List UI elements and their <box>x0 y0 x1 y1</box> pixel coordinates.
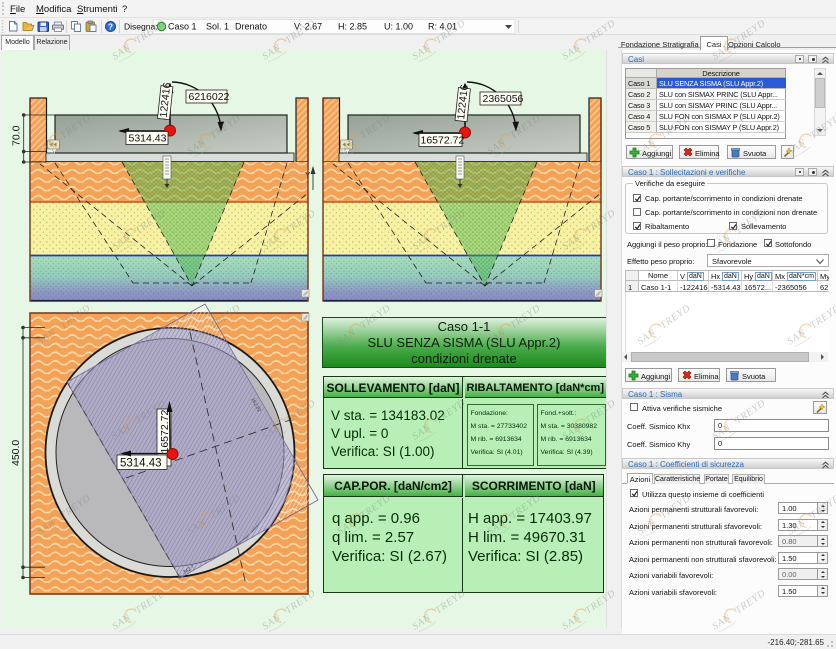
svg-text:6216022: 6216022 <box>189 91 230 103</box>
svg-text:?: ? <box>108 22 113 32</box>
svg-text:2365056: 2365056 <box>483 93 524 105</box>
svg-text:450.0: 450.0 <box>10 440 22 466</box>
svg-text:122416: 122416 <box>158 82 174 118</box>
svg-text:Sol. 1: Sol. 1 <box>206 22 229 32</box>
svg-text:H: 2.85: H: 2.85 <box>338 22 367 32</box>
svg-text:5314.43: 5314.43 <box>129 133 167 145</box>
svg-text:V: 2.67: V: 2.67 <box>294 22 322 32</box>
svg-text:R: 4.01: R: 4.01 <box>428 22 457 32</box>
svg-text:5314.43: 5314.43 <box>120 458 162 470</box>
svg-text:Drenato: Drenato <box>235 22 267 32</box>
svg-text:Disegna:: Disegna: <box>124 22 158 32</box>
svg-text:70.0: 70.0 <box>11 125 23 146</box>
svg-text:Y: Y <box>305 171 311 180</box>
svg-text:Caso 1: Caso 1 <box>168 22 197 32</box>
svg-text:16572.72: 16572.72 <box>421 135 465 147</box>
svg-text:U: 1.00: U: 1.00 <box>384 22 413 32</box>
